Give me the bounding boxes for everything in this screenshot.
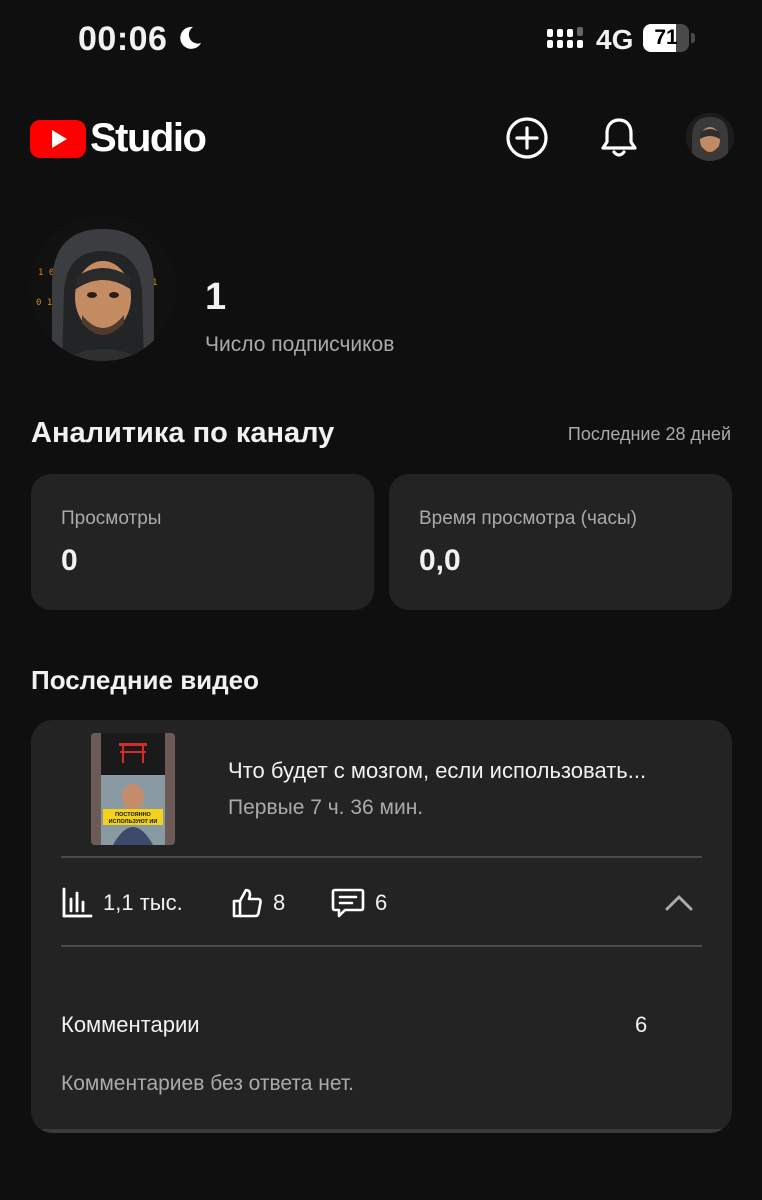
create-button[interactable] — [503, 114, 551, 162]
watch-time-card[interactable]: Время просмотра (часы) 0,0 — [389, 474, 732, 610]
divider — [61, 856, 702, 858]
notifications-button[interactable] — [595, 114, 643, 162]
channel-avatar-image: 1 0 0 1 1 — [30, 215, 176, 361]
app-header: Studio — [0, 100, 762, 180]
comments-section-label[interactable]: Комментарии — [61, 1012, 200, 1038]
studio-logo[interactable]: Studio — [30, 116, 207, 162]
views-label: Просмотры — [61, 508, 162, 529]
likes-metric[interactable]: 8 — [231, 886, 285, 920]
youtube-logo-icon — [30, 120, 86, 158]
divider — [61, 945, 702, 947]
comments-metric-value: 6 — [375, 890, 388, 915]
signal-icon — [547, 27, 583, 48]
views-value: 0 — [61, 544, 78, 577]
status-time: 00:06 — [78, 20, 168, 58]
views-metric[interactable]: 1,1 тыс. — [61, 886, 183, 920]
svg-text:1 0: 1 0 — [38, 268, 54, 278]
video-title[interactable]: Что будет с мозгом, если использовать... — [228, 758, 708, 784]
avatar-icon — [686, 113, 734, 161]
svg-text:0 1: 0 1 — [36, 298, 52, 308]
thumbs-up-icon — [232, 888, 262, 918]
bar-chart-icon — [62, 887, 93, 918]
thumbnail-image: ПОСТОЯННО ИСПОЛЬЗУЮТ ИИ — [91, 733, 175, 845]
watch-time-label: Время просмотра (часы) — [419, 508, 637, 529]
analytics-period: Последние 28 дней — [567, 424, 731, 444]
bell-icon — [601, 118, 637, 157]
analytics-title: Аналитика по каналу — [31, 417, 335, 449]
svg-text:ПОСТОЯННО: ПОСТОЯННО — [115, 812, 151, 818]
subscriber-count: 1 — [205, 276, 227, 318]
moon-icon — [180, 26, 201, 49]
battery-icon: 71 — [643, 24, 695, 52]
views-metric-value: 1,1 тыс. — [103, 890, 183, 915]
chevron-up-icon — [665, 895, 693, 911]
youtube-studio-screen: 00:06 4G 71 Studio 1 0 0 1 1 1 Число под… — [0, 0, 762, 1200]
video-meta: Первые 7 ч. 36 мин. — [228, 796, 424, 819]
network-type: 4G — [596, 24, 634, 55]
recent-videos-title: Последние видео — [31, 665, 260, 695]
status-bar: 00:06 4G 71 — [0, 0, 762, 80]
svg-text:ИСПОЛЬЗУЮТ ИИ: ИСПОЛЬЗУЮТ ИИ — [109, 819, 158, 825]
comment-icon — [331, 888, 365, 918]
create-icon — [506, 117, 548, 159]
views-card[interactable]: Просмотры 0 — [31, 474, 374, 610]
studio-logo-text: Studio — [90, 116, 207, 160]
likes-metric-value: 8 — [273, 890, 286, 915]
collapse-button[interactable] — [661, 888, 697, 918]
watch-time-value: 0,0 — [419, 544, 461, 577]
channel-avatar[interactable]: 1 0 0 1 1 — [30, 215, 176, 361]
video-thumbnail[interactable]: ПОСТОЯННО ИСПОЛЬЗУЮТ ИИ — [91, 733, 175, 845]
comments-section-count: 6 — [635, 1012, 648, 1037]
account-avatar[interactable] — [686, 113, 734, 161]
comments-section-note: Комментариев без ответа нет. — [61, 1072, 355, 1095]
comments-metric[interactable]: 6 — [331, 886, 387, 920]
subscriber-label: Число подписчиков — [205, 333, 395, 356]
video-card: ПОСТОЯННО ИСПОЛЬЗУЮТ ИИ Что будет с мозг… — [31, 720, 732, 1133]
battery-level: 71 — [654, 26, 678, 49]
